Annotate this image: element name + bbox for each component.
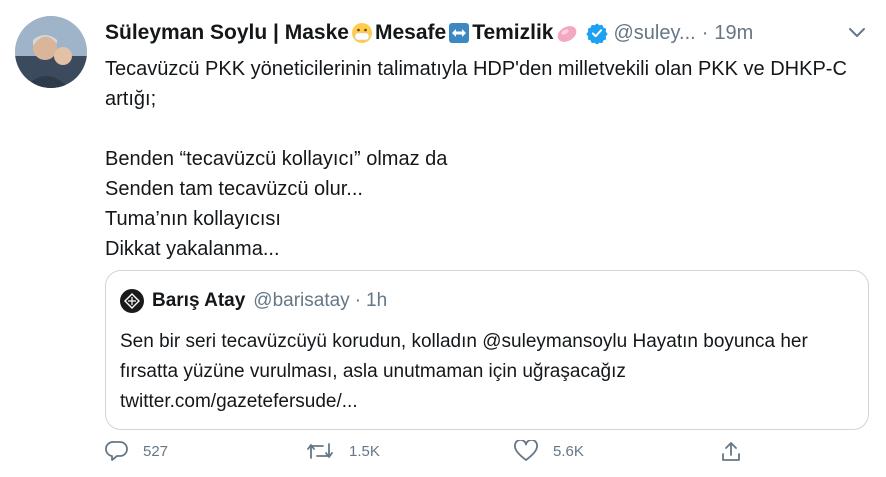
display-name-part2[interactable]: Mesafe (375, 21, 446, 45)
share-icon (722, 442, 740, 461)
avatar[interactable] (15, 16, 87, 88)
quoted-handle[interactable]: @barisatay (253, 290, 349, 312)
quoted-timestamp[interactable]: 1h (366, 290, 387, 312)
soap-icon (556, 22, 578, 44)
quoted-tweet[interactable]: Barış Atay @barisatay · 1h Sen bir seri … (105, 270, 869, 430)
like-count: 5.6K (553, 442, 584, 460)
quoted-display-name[interactable]: Barış Atay (152, 290, 245, 312)
display-name[interactable]: Süleyman Soylu | Maske (105, 21, 349, 45)
retweet-button[interactable]: 1.5K (305, 440, 380, 462)
timestamp[interactable]: 19m (714, 22, 753, 45)
quoted-tweet-header: Barış Atay @barisatay · 1h (120, 289, 387, 313)
left-right-arrow-icon (448, 22, 470, 44)
quoted-separator-dot: · (354, 290, 362, 311)
retweet-icon (307, 443, 333, 459)
reply-icon (105, 441, 128, 461)
tweet-header: Süleyman Soylu | Maske Mesafe Temizlik @… (105, 18, 866, 48)
retweet-count: 1.5K (349, 442, 380, 460)
mask-emoji-icon (351, 22, 373, 44)
chevron-down-icon[interactable] (848, 26, 866, 38)
display-name-part3[interactable]: Temizlik (472, 21, 553, 45)
like-icon (514, 440, 538, 461)
share-button[interactable] (719, 440, 757, 464)
separator-dot: · (701, 21, 709, 44)
reply-count: 527 (143, 442, 169, 460)
action-bar: 527 1.5K 5.6K (105, 440, 865, 470)
tweet-text: Tecavüzcü PKK yöneticilerinin talimatıyl… (105, 58, 847, 260)
quoted-avatar[interactable] (120, 289, 144, 313)
verified-badge-icon (585, 22, 608, 45)
like-button[interactable]: 5.6K (513, 440, 584, 462)
reply-button[interactable]: 527 (105, 440, 168, 462)
handle[interactable]: @suley... (614, 22, 696, 45)
quoted-tweet-text: Sen bir seri tecavüzcüyü korudun, kollad… (120, 331, 808, 412)
tweet[interactable]: Süleyman Soylu | Maske Mesafe Temizlik @… (0, 0, 886, 477)
